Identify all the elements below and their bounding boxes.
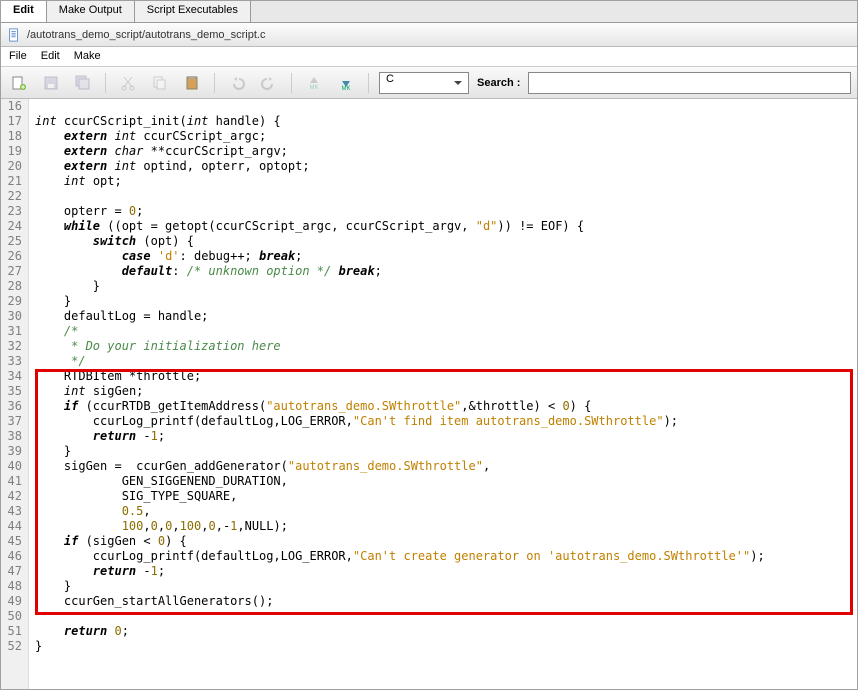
separator [214, 73, 215, 93]
code-line[interactable]: int sigGen; [35, 384, 857, 399]
code-line[interactable]: extern int ccurCScript_argc; [35, 129, 857, 144]
code-line[interactable]: if (ccurRTDB_getItemAddress("autotrans_d… [35, 399, 857, 414]
code-line[interactable]: return -1; [35, 429, 857, 444]
code-line[interactable]: SIG_TYPE_SQUARE, [35, 489, 857, 504]
code-line[interactable]: case 'd': debug++; break; [35, 249, 857, 264]
menu-file[interactable]: File [9, 50, 27, 63]
bookmark-prev-button[interactable]: MK [302, 71, 326, 95]
code-line[interactable]: return -1; [35, 564, 857, 579]
tabs-row: Edit Make Output Script Executables [1, 1, 857, 23]
copy-button[interactable] [148, 71, 172, 95]
new-file-button[interactable] [7, 71, 31, 95]
menu-edit[interactable]: Edit [41, 50, 60, 63]
code-line[interactable]: extern int optind, opterr, optopt; [35, 159, 857, 174]
line-number-gutter: 1617181920212223242526272829303132333435… [1, 99, 29, 689]
cut-button[interactable] [116, 71, 140, 95]
tab-script-executables[interactable]: Script Executables [135, 1, 251, 22]
path-bar: /autotrans_demo_script/autotrans_demo_sc… [1, 23, 857, 47]
code-line[interactable]: } [35, 279, 857, 294]
code-line[interactable]: if (sigGen < 0) { [35, 534, 857, 549]
menubar: File Edit Make [1, 47, 857, 67]
code-line[interactable] [35, 189, 857, 204]
code-line[interactable]: int opt; [35, 174, 857, 189]
code-line[interactable]: int ccurCScript_init(int handle) { [35, 114, 857, 129]
code-line[interactable]: } [35, 579, 857, 594]
code-line[interactable]: RTDBItem *throttle; [35, 369, 857, 384]
code-line[interactable]: /* [35, 324, 857, 339]
code-line[interactable]: default: /* unknown option */ break; [35, 264, 857, 279]
code-line[interactable]: ccurLog_printf(defaultLog,LOG_ERROR,"Can… [35, 549, 857, 564]
code-line[interactable] [35, 99, 857, 114]
code-line[interactable]: * Do your initialization here [35, 339, 857, 354]
code-line[interactable]: 0.5, [35, 504, 857, 519]
code-line[interactable]: while ((opt = getopt(ccurCScript_argc, c… [35, 219, 857, 234]
code-line[interactable]: } [35, 639, 857, 654]
toolbar: MK MK C Search : [1, 67, 857, 99]
file-path: /autotrans_demo_script/autotrans_demo_sc… [27, 29, 265, 41]
undo-button[interactable] [225, 71, 249, 95]
bookmark-next-button[interactable]: MK [334, 71, 358, 95]
tab-edit[interactable]: Edit [1, 1, 47, 22]
code-line[interactable]: defaultLog = handle; [35, 309, 857, 324]
code-line[interactable]: } [35, 444, 857, 459]
document-icon [7, 28, 21, 42]
save-all-button[interactable] [71, 71, 95, 95]
code-line[interactable]: ccurGen_startAllGenerators(); [35, 594, 857, 609]
code-line[interactable]: */ [35, 354, 857, 369]
save-button[interactable] [39, 71, 63, 95]
code-line[interactable]: ccurLog_printf(defaultLog,LOG_ERROR,"Can… [35, 414, 857, 429]
code-line[interactable] [35, 609, 857, 624]
separator [105, 73, 106, 93]
code-content[interactable]: int ccurCScript_init(int handle) { exter… [29, 99, 857, 689]
code-line[interactable]: return 0; [35, 624, 857, 639]
code-line[interactable]: GEN_SIGGENEND_DURATION, [35, 474, 857, 489]
tab-make-output[interactable]: Make Output [47, 1, 135, 22]
menu-make[interactable]: Make [74, 50, 101, 63]
redo-button[interactable] [257, 71, 281, 95]
svg-text:MK: MK [342, 86, 351, 91]
separator [291, 73, 292, 93]
code-line[interactable]: 100,0,0,100,0,-1,NULL); [35, 519, 857, 534]
svg-text:MK: MK [310, 85, 319, 91]
code-line[interactable]: opterr = 0; [35, 204, 857, 219]
code-line[interactable]: sigGen = ccurGen_addGenerator("autotrans… [35, 459, 857, 474]
separator [368, 73, 369, 93]
search-input[interactable] [528, 72, 851, 94]
code-editor[interactable]: 1617181920212223242526272829303132333435… [1, 99, 857, 689]
code-line[interactable]: switch (opt) { [35, 234, 857, 249]
paste-button[interactable] [180, 71, 204, 95]
code-line[interactable]: } [35, 294, 857, 309]
search-label: Search : [477, 77, 520, 89]
language-mode-select[interactable]: C [379, 72, 469, 94]
code-line[interactable]: extern char **ccurCScript_argv; [35, 144, 857, 159]
